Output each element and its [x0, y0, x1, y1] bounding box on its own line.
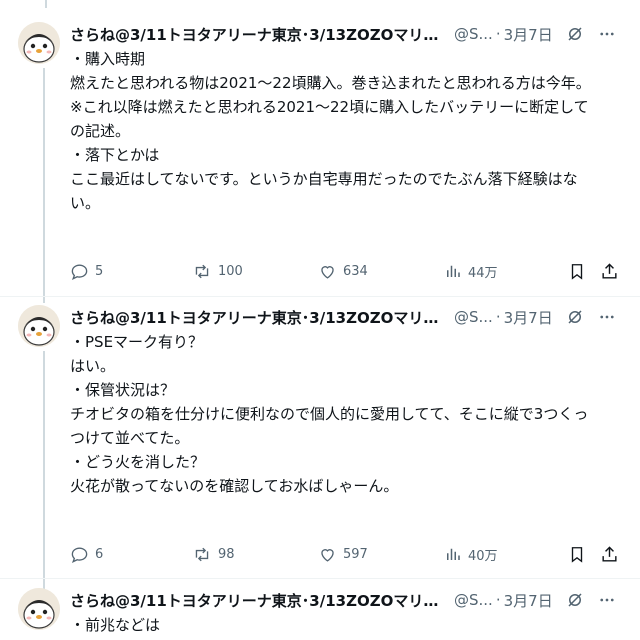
- heart-icon: [321, 548, 334, 562]
- reply-button[interactable]: 5: [70, 262, 103, 281]
- tweet-text: ・前兆などは: [70, 613, 630, 637]
- like-button[interactable]: 597: [318, 545, 368, 564]
- views-icon: [447, 265, 460, 277]
- like-count: 634: [343, 263, 368, 279]
- reply-count: 5: [95, 263, 104, 279]
- reply-button[interactable]: 6: [70, 545, 103, 564]
- text-line: 燃えたと思われる物は2021〜22頃購入。巻き込まれたと思われる方は今年。: [70, 74, 591, 92]
- retweet-count: 98: [218, 546, 235, 562]
- text-line: の記述。: [70, 122, 131, 140]
- text-line: い。: [70, 194, 101, 212]
- tweet[interactable]: さらね@3/11トヨタアリーナ東京･3/13ZOZOマリン… @S... · 3…: [0, 305, 640, 589]
- more-icon[interactable]: [597, 307, 617, 327]
- text-line: つけて並べてた。: [70, 429, 190, 447]
- retweet-count: 100: [218, 263, 243, 279]
- share-icon: [602, 545, 617, 562]
- reply-icon: [71, 263, 88, 280]
- tweet[interactable]: さらね@3/11トヨタアリーナ東京･3/13ZOZOマリン… @S... · 3…: [0, 22, 640, 303]
- timestamp[interactable]: 3月7日: [504, 307, 553, 328]
- separator-dot: ·: [495, 591, 501, 609]
- bookmark-icon: [571, 546, 583, 563]
- text-line: チオビタの箱を仕分けに便利なので個人的に愛用してて、そこに縦で3つくっ: [70, 405, 589, 423]
- text-line: ・PSEマーク有り？: [70, 333, 204, 351]
- user-handle[interactable]: @S...: [454, 308, 493, 326]
- user-handle[interactable]: @S...: [454, 25, 493, 43]
- share-button[interactable]: [600, 262, 619, 281]
- text-line: はい。: [70, 357, 116, 375]
- separator-dot: ·: [495, 308, 501, 326]
- text-line: ・保管状況は？: [70, 381, 176, 399]
- tweet-header: さらね@3/11トヨタアリーナ東京･3/13ZOZOマリン… @S... · 3…: [70, 305, 626, 329]
- timestamp[interactable]: 3月7日: [504, 24, 553, 45]
- reply-count: 6: [95, 546, 104, 562]
- thread-line: [43, 351, 45, 589]
- retweet-icon: [195, 547, 209, 561]
- thread-line: [43, 68, 45, 303]
- timestamp[interactable]: 3月7日: [504, 590, 553, 611]
- action-bar: 5 100 634 44万: [68, 260, 624, 282]
- heart-icon: [321, 265, 334, 279]
- bookmark-button[interactable]: [568, 545, 586, 564]
- avatar[interactable]: [18, 588, 60, 630]
- tweet-text: ・PSEマーク有り？ はい。 ・保管状況は？ チオビタの箱を仕分けに便利なので個…: [70, 330, 630, 498]
- avatar[interactable]: [18, 305, 60, 347]
- text-line: 火花が散ってないのを確認してお水ばしゃーん。: [70, 477, 399, 495]
- more-icon[interactable]: [597, 24, 617, 44]
- text-line: ※これ以降は燃えたと思われる2021〜22頃に購入したバッテリーに断定して: [70, 98, 589, 116]
- display-name[interactable]: さらね@3/11トヨタアリーナ東京･3/13ZOZOマリン…: [70, 24, 448, 45]
- avatar[interactable]: [18, 22, 60, 64]
- display-name[interactable]: さらね@3/11トヨタアリーナ東京･3/13ZOZOマリン…: [70, 590, 448, 611]
- grok-icon[interactable]: [565, 590, 585, 610]
- user-handle[interactable]: @S...: [454, 591, 493, 609]
- text-line: ここ最近はしてないです。というか自宅専用だったのでたぶん落下経験はな: [70, 170, 578, 188]
- retweet-button[interactable]: 100: [192, 262, 243, 281]
- views-icon: [447, 548, 460, 560]
- bookmark-icon: [571, 263, 583, 280]
- tweet-text: ・購入時期 燃えたと思われる物は2021〜22頃購入。巻き込まれたと思われる方は…: [70, 47, 630, 215]
- grok-icon[interactable]: [565, 307, 585, 327]
- display-name[interactable]: さらね@3/11トヨタアリーナ東京･3/13ZOZOマリン…: [70, 307, 448, 328]
- bookmark-button[interactable]: [568, 262, 586, 281]
- like-count: 597: [343, 546, 368, 562]
- tweet-divider: [0, 578, 640, 579]
- text-line: ・購入時期: [70, 50, 146, 68]
- more-icon[interactable]: [597, 590, 617, 610]
- tweet-header: さらね@3/11トヨタアリーナ東京･3/13ZOZOマリン… @S... · 3…: [70, 588, 626, 612]
- tweet-divider: [0, 296, 640, 297]
- thread-connector-top: [0, 0, 640, 8]
- grok-icon[interactable]: [565, 24, 585, 44]
- reply-icon: [71, 546, 88, 563]
- views-button[interactable]: 44万: [444, 262, 498, 281]
- views-count: 44万: [468, 265, 498, 281]
- text-line: ・落下とかは: [70, 146, 160, 164]
- tweet[interactable]: さらね@3/11トヨタアリーナ東京･3/13ZOZOマリン… @S... · 3…: [0, 588, 640, 640]
- tweet-header: さらね@3/11トヨタアリーナ東京･3/13ZOZOマリン… @S... · 3…: [70, 22, 626, 46]
- text-line: ・どう火を消した？: [70, 453, 206, 471]
- action-bar: 6 98 597 40万: [68, 543, 624, 565]
- text-line: ・前兆などは: [70, 616, 161, 634]
- share-icon: [602, 262, 617, 279]
- views-count: 40万: [468, 548, 498, 564]
- like-button[interactable]: 634: [318, 262, 368, 281]
- share-button[interactable]: [600, 545, 619, 564]
- retweet-button[interactable]: 98: [192, 545, 235, 564]
- views-button[interactable]: 40万: [444, 545, 498, 564]
- retweet-icon: [195, 264, 209, 278]
- separator-dot: ·: [495, 25, 501, 43]
